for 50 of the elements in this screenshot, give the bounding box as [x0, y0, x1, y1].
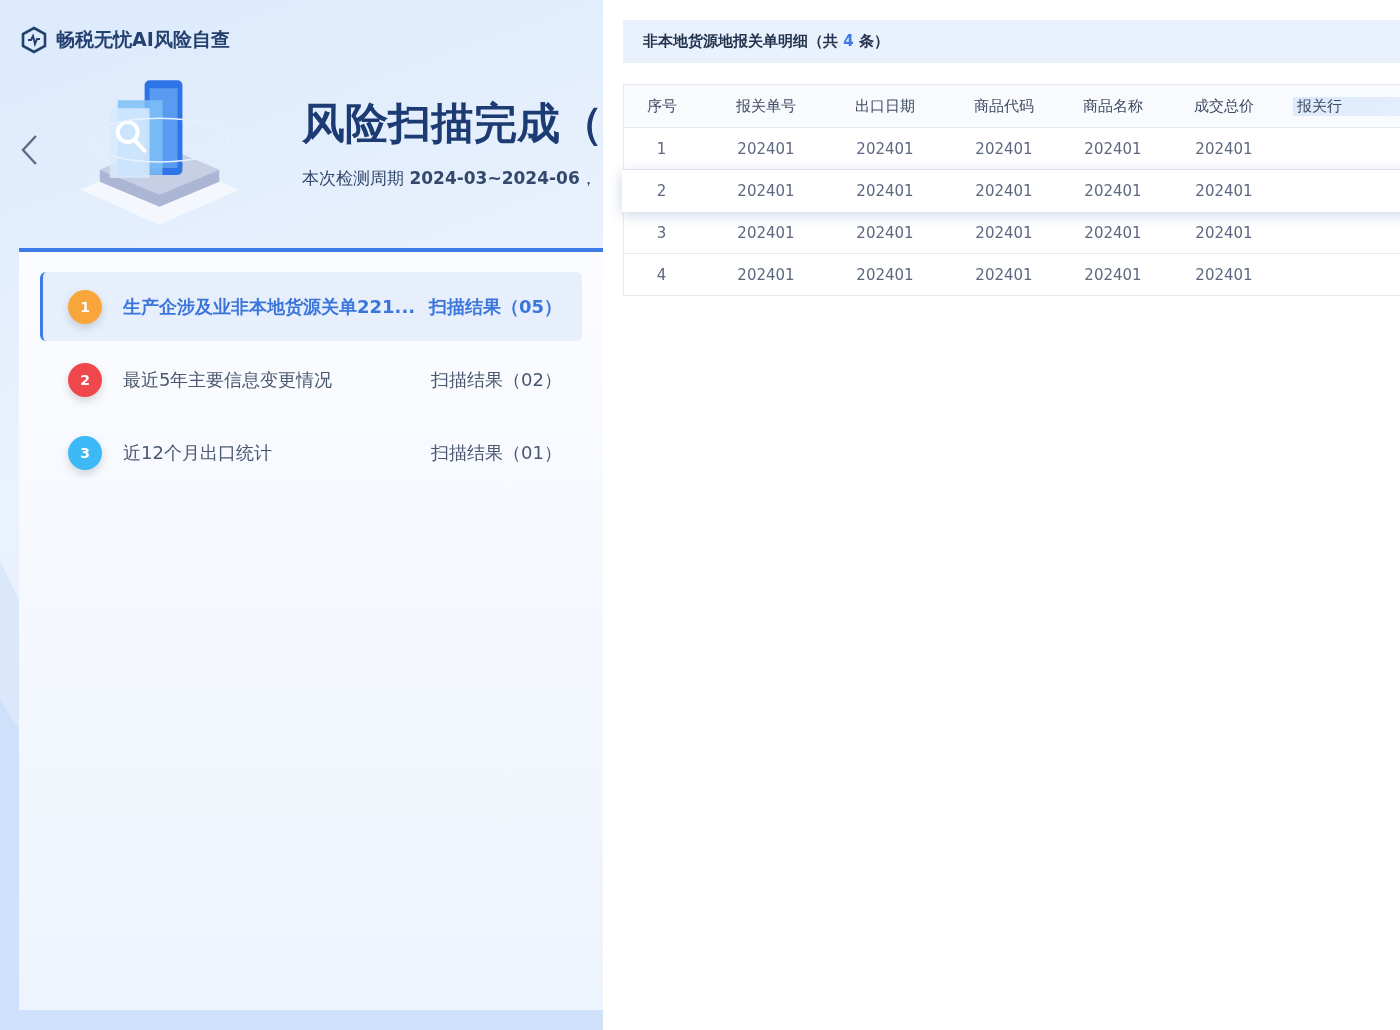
table-cell: 202401 — [1084, 139, 1142, 158]
table-cell: 202401 — [1195, 223, 1253, 242]
column-header: 商品代码 — [974, 96, 1034, 116]
detail-title: 非本地货源地报关单明细（共 4 条） — [643, 32, 889, 51]
column-header: 商品名称 — [1083, 96, 1143, 116]
table-cell: 4 — [656, 265, 667, 284]
back-icon[interactable] — [20, 134, 38, 166]
column-header: 出口日期 — [855, 96, 915, 116]
column-header: 报关行 — [1293, 96, 1400, 116]
table-cell: 202401 — [1195, 181, 1253, 200]
number-badge: 3 — [68, 435, 102, 470]
table-cell: 202401 — [856, 139, 914, 158]
number-badge: 1 — [68, 289, 102, 324]
table-cell: 202401 — [1195, 265, 1253, 284]
table-cell: 202401 — [1084, 223, 1142, 242]
column-header: 报关单号 — [736, 96, 796, 116]
table-cell: 202401 — [737, 139, 795, 158]
table-cell: 2 — [656, 181, 667, 200]
table-cell: 202401 — [975, 181, 1033, 200]
table-cell: 202401 — [975, 139, 1033, 158]
table-cell: 202401 — [737, 265, 795, 284]
table-cell: 202401 — [856, 223, 914, 242]
item-title: 最近5年主要信息变更情况 — [123, 367, 334, 392]
scan-item[interactable]: 1 生产企涉及业非本地货源关单221... 扫描结果（05） — [40, 272, 582, 341]
table-cell: 202401 — [737, 181, 795, 200]
table-cell: 202401 — [975, 223, 1033, 242]
table-cell: 3 — [656, 223, 667, 242]
scan-result: 扫描结果（02） — [431, 367, 562, 392]
column-header: 序号 — [646, 96, 677, 116]
logo-icon — [20, 26, 48, 54]
scan-item[interactable]: 3 近12个月出口统计 扫描结果（01） — [40, 418, 582, 487]
scan-item[interactable]: 2 最近5年主要信息变更情况 扫描结果（02） — [40, 345, 582, 414]
number-badge: 2 — [68, 362, 102, 397]
table-cell: 202401 — [1084, 181, 1142, 200]
column-header: 成交总价 — [1194, 96, 1254, 116]
app-title: 畅税无忧AI风险自查 — [56, 27, 230, 52]
table-cell: 202401 — [1195, 139, 1253, 158]
item-title: 生产企涉及业非本地货源关单221... — [123, 294, 417, 319]
item-title: 近12个月出口统计 — [123, 440, 273, 465]
scan-result: 扫描结果（01） — [431, 440, 562, 465]
table-row[interactable]: 2 202401 202401 202401 202401 202401 — [622, 170, 1400, 212]
detection-period-text: 本次检测周期 2024-03~2024-06， — [302, 166, 598, 190]
scan-result: 扫描结果（05） — [428, 294, 562, 319]
table-cell: 202401 — [856, 181, 914, 200]
table-cell: 202401 — [737, 223, 795, 242]
table-cell: 202401 — [1084, 265, 1142, 284]
table-cell: 1 — [656, 139, 667, 158]
table-cell: 202401 — [975, 265, 1033, 284]
scan-complete-title: 风险扫描完成（ — [302, 96, 603, 150]
table-cell: 202401 — [856, 265, 914, 284]
